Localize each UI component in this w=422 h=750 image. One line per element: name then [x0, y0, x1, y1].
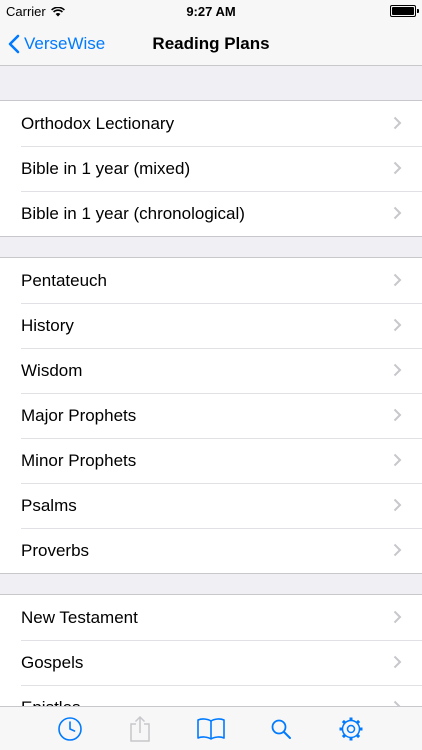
- reading-plans-list[interactable]: Orthodox Lectionary Bible in 1 year (mix…: [0, 66, 422, 706]
- chevron-right-icon: [393, 206, 402, 220]
- chevron-right-icon: [393, 408, 402, 422]
- chevron-right-icon: [393, 318, 402, 332]
- plans-section-old-testament: Pentateuch History Wisdom Major Prophets…: [0, 257, 422, 574]
- status-time: 9:27 AM: [186, 4, 236, 19]
- list-item-label: Gospels: [21, 652, 84, 672]
- plans-section-general: Orthodox Lectionary Bible in 1 year (mix…: [0, 100, 422, 237]
- search-icon: [271, 719, 291, 739]
- back-button-label: VerseWise: [24, 34, 106, 53]
- status-bar: Carrier 9:27 AM: [0, 0, 422, 22]
- list-item-label: New Testament: [21, 607, 138, 627]
- navigation-bar: VerseWise Reading Plans: [0, 22, 422, 66]
- chevron-right-icon: [393, 655, 402, 669]
- list-item-label: Major Prophets: [21, 405, 137, 425]
- list-item[interactable]: Bible in 1 year (mixed): [0, 146, 422, 191]
- chevron-right-icon: [393, 610, 402, 624]
- list-item[interactable]: Pentateuch: [0, 258, 422, 303]
- tab-search[interactable]: [256, 707, 306, 750]
- chevron-left-icon: [8, 34, 20, 54]
- list-item[interactable]: Epistles: [0, 685, 422, 706]
- list-item-label: Psalms: [21, 495, 77, 515]
- plans-section-new-testament: New Testament Gospels Epistles: [0, 594, 422, 706]
- list-item[interactable]: Proverbs: [0, 528, 422, 573]
- list-item[interactable]: History: [0, 303, 422, 348]
- chevron-right-icon: [393, 498, 402, 512]
- list-item-label: Wisdom: [21, 360, 83, 380]
- list-item[interactable]: Orthodox Lectionary: [0, 101, 422, 146]
- tab-history[interactable]: [45, 707, 95, 750]
- book-icon: [197, 718, 225, 740]
- battery-icon: [390, 5, 419, 17]
- list-item[interactable]: Psalms: [0, 483, 422, 528]
- list-item[interactable]: Major Prophets: [0, 393, 422, 438]
- list-item-label: Epistles: [21, 698, 81, 707]
- chevron-right-icon: [393, 273, 402, 287]
- tab-bar: [0, 706, 422, 750]
- chevron-right-icon: [393, 453, 402, 467]
- clock-icon: [58, 717, 82, 741]
- list-item-label: Proverbs: [21, 540, 90, 560]
- list-item-label: History: [21, 315, 74, 335]
- tab-settings[interactable]: [326, 707, 376, 750]
- share-icon: [130, 715, 150, 742]
- chevron-right-icon: [393, 116, 402, 130]
- chevron-right-icon: [393, 363, 402, 377]
- gear-icon: [339, 717, 363, 741]
- list-item-label: Bible in 1 year (mixed): [21, 158, 191, 178]
- tab-books[interactable]: [186, 707, 236, 750]
- list-item[interactable]: New Testament: [0, 595, 422, 640]
- back-button[interactable]: VerseWise: [8, 22, 105, 66]
- list-item-label: Pentateuch: [21, 270, 108, 290]
- list-item[interactable]: Minor Prophets: [0, 438, 422, 483]
- list-item[interactable]: Bible in 1 year (chronological): [0, 191, 422, 236]
- list-item-label: Bible in 1 year (chronological): [21, 203, 245, 223]
- list-item[interactable]: Wisdom: [0, 348, 422, 393]
- chevron-right-icon: [393, 161, 402, 175]
- tab-share[interactable]: [115, 707, 165, 750]
- chevron-right-icon: [393, 543, 402, 557]
- list-item[interactable]: Gospels: [0, 640, 422, 685]
- list-item-label: Minor Prophets: [21, 450, 137, 470]
- list-item-label: Orthodox Lectionary: [21, 113, 175, 133]
